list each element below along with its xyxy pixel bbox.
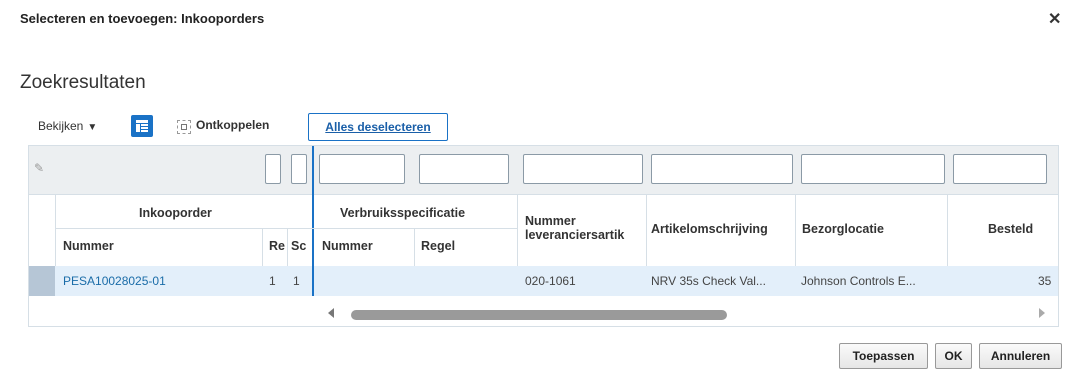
view-menu[interactable]: Bekijken ▼ <box>38 119 97 133</box>
filter-spec-number[interactable] <box>319 154 405 184</box>
freeze-columns-button[interactable] <box>131 115 153 137</box>
row-divider <box>312 266 314 296</box>
scrollbar-thumb[interactable] <box>351 310 727 320</box>
filter-divider <box>312 146 314 194</box>
col-header-spec-number[interactable]: Nummer <box>322 239 373 253</box>
filter-line[interactable] <box>419 154 509 184</box>
cell-item-description: NRV 35s Check Val... <box>651 274 766 288</box>
table-row[interactable]: PESA10028025-01 1 1 020-1061 NRV 35s Che… <box>55 266 1058 296</box>
freeze-columns-icon <box>136 120 148 132</box>
col-divider <box>646 194 647 266</box>
col-header-supplier-item[interactable]: Nummer leveranciersartik <box>525 214 641 242</box>
filter-revision[interactable] <box>265 154 281 184</box>
col-divider <box>947 194 948 266</box>
col-divider <box>287 228 288 266</box>
col-divider <box>795 194 796 266</box>
view-menu-label: Bekijken <box>38 119 84 133</box>
col-header-item-description[interactable]: Artikelomschrijving <box>651 222 768 236</box>
scroll-left-icon[interactable] <box>328 308 334 318</box>
cell-schedule: 1 <box>293 274 300 288</box>
header-group-divider <box>55 228 517 229</box>
ok-button[interactable]: OK <box>935 343 972 369</box>
col-header-number[interactable]: Nummer <box>63 239 114 253</box>
cell-ordered: 35 <box>1038 274 1052 288</box>
cell-revision: 1 <box>269 274 276 288</box>
filter-schedule[interactable] <box>291 154 307 184</box>
close-icon[interactable]: ✕ <box>1048 9 1061 29</box>
cell-location: Johnson Controls E... <box>801 274 916 288</box>
horizontal-scrollbar[interactable] <box>29 304 1058 326</box>
col-divider <box>55 194 56 266</box>
col-divider <box>312 194 314 266</box>
cell-supplier-item: 020-1061 <box>525 274 576 288</box>
col-header-ordered[interactable]: Besteld <box>988 222 1033 236</box>
cancel-button-label: Annuleren <box>990 349 1051 363</box>
deselect-all-button[interactable]: Alles deselecteren <box>308 113 448 141</box>
po-number-link[interactable]: PESA10028025-01 <box>63 274 166 288</box>
group-header-purchase-order: Inkooporder <box>139 206 212 220</box>
col-header-location[interactable]: Bezorglocatie <box>802 222 884 236</box>
filter-row: ✎ <box>29 146 1058 195</box>
toolbar: Bekijken ▼ Ontkoppelen Alles deselecteren <box>0 113 600 141</box>
filter-supplier-item[interactable] <box>523 154 643 184</box>
col-divider <box>517 194 518 266</box>
col-header-schedule[interactable]: Sc <box>291 239 306 253</box>
filter-item-description[interactable] <box>651 154 793 184</box>
detach-icon[interactable] <box>177 120 191 134</box>
section-title: Zoekresultaten <box>20 72 146 93</box>
col-header-line[interactable]: Regel <box>421 239 455 253</box>
group-header-consumption-spec: Verbruiksspecificatie <box>340 206 466 220</box>
filter-location[interactable] <box>801 154 945 184</box>
apply-button[interactable]: Toepassen <box>839 343 928 369</box>
cancel-button[interactable]: Annuleren <box>979 343 1062 369</box>
caret-down-icon: ▼ <box>87 122 98 133</box>
scroll-right-icon[interactable] <box>1039 308 1045 318</box>
col-header-revision[interactable]: Re <box>269 239 285 253</box>
filter-ordered[interactable] <box>953 154 1047 184</box>
pencil-icon: ✎ <box>34 161 45 175</box>
col-divider <box>262 228 263 266</box>
col-divider <box>414 228 415 266</box>
dialog-title: Selecteren en toevoegen: Inkooporders <box>20 11 265 26</box>
results-table: ✎ Inkooporder Verbruiksspecificatie Numm… <box>28 145 1059 327</box>
detach-button[interactable]: Ontkoppelen <box>196 118 269 132</box>
row-selector[interactable] <box>29 266 55 296</box>
